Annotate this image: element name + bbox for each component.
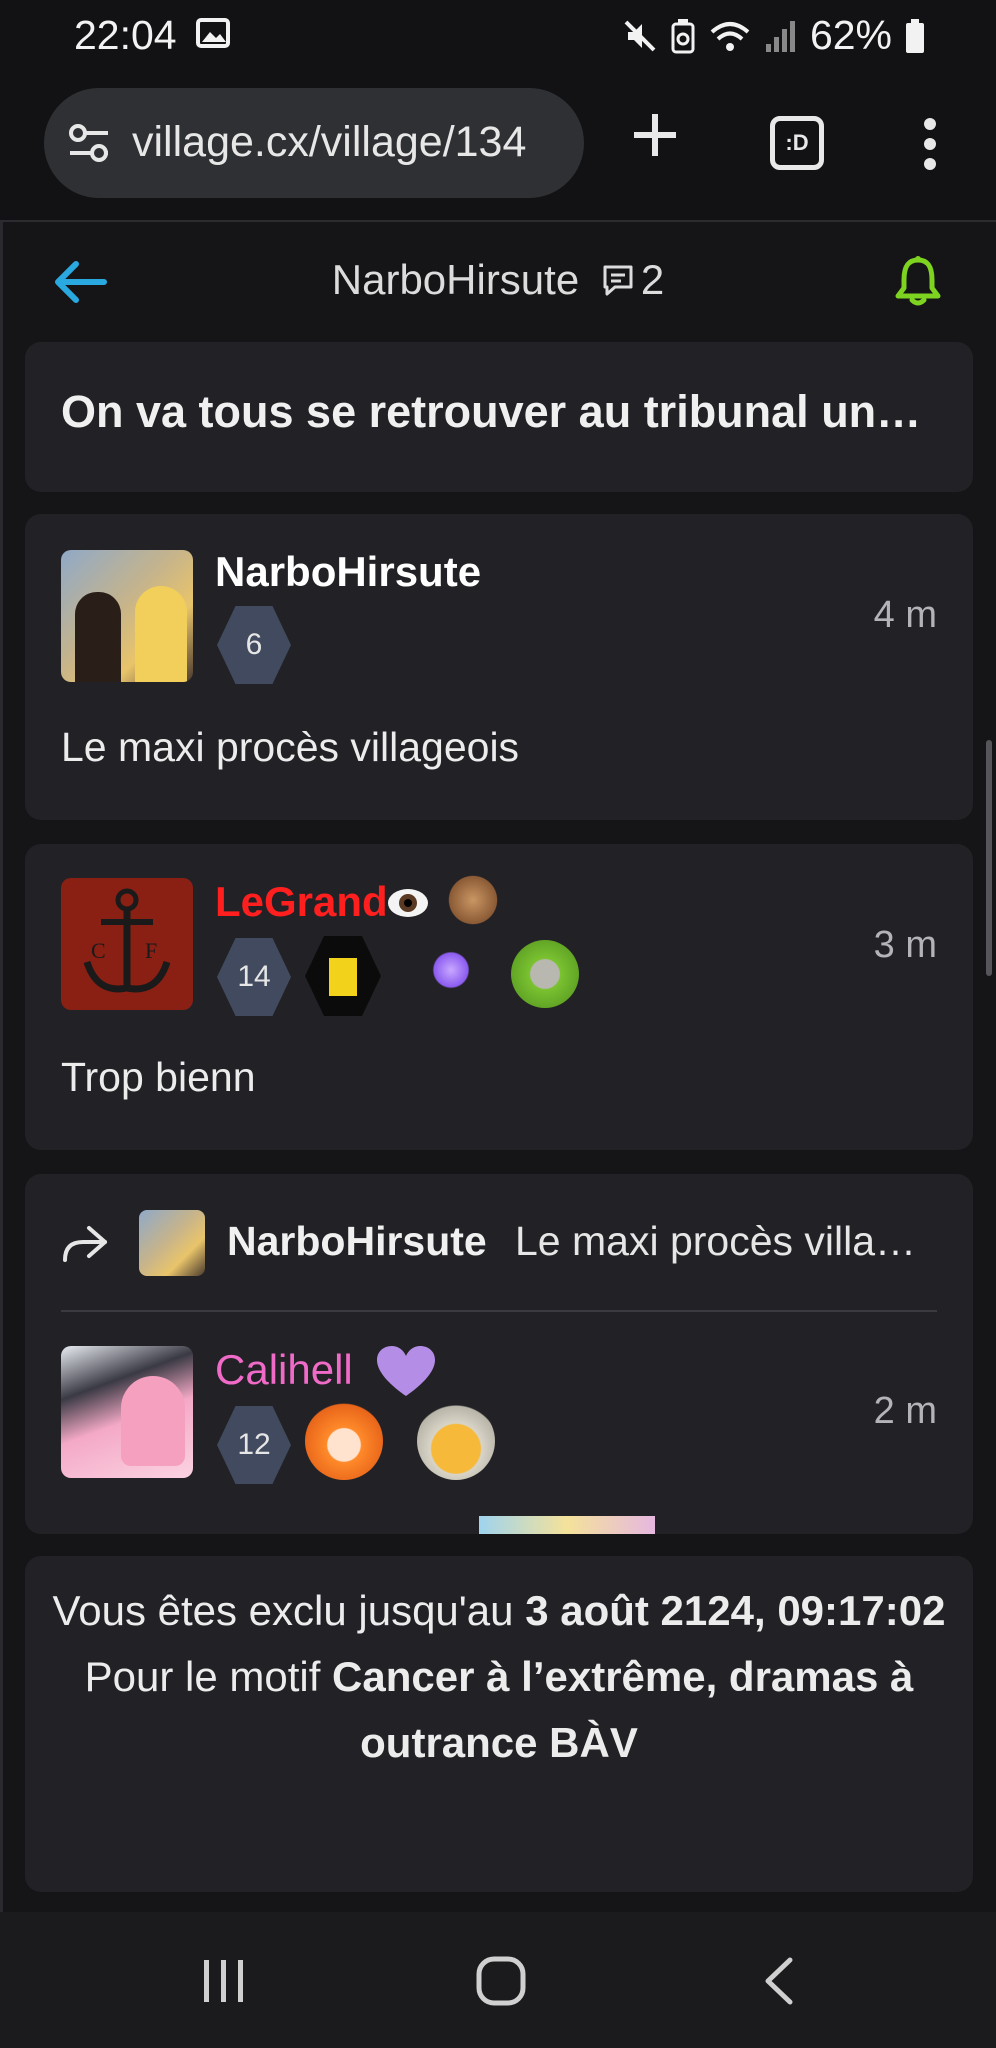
star-icon [431,950,471,990]
battery-percent: 62% [809,12,892,58]
post-card[interactable]: NarboHirsute 6 4 m Le maxi procès villag… [25,514,973,820]
level-badge: 14 [217,938,291,1016]
ban-reason-prefix: Pour le motif [84,1653,333,1700]
tabs-icon[interactable]: :D [770,116,824,170]
status-time: 22:04 [74,12,177,58]
system-nav-bar [0,1912,996,2048]
post-time: 4 m [873,594,937,636]
divider [61,1310,937,1312]
wifi-icon [710,21,750,51]
ban-reason: Cancer à l’extrême, dramas à outrance BÀ… [332,1653,914,1766]
reply-excerpt: Le maxi procès villa… [515,1218,917,1264]
level-badge: 6 [217,606,291,684]
home-icon[interactable] [476,1956,526,2006]
eye-icon [388,889,428,917]
status-bar: 22:04 62% [0,0,996,72]
address-bar[interactable]: village.cx/village/134 [44,88,584,198]
browser-toolbar: village.cx/village/134 :D [0,72,996,222]
ban-notice: Vous êtes exclu jusqu'au 3 août 2124, 09… [25,1556,973,1892]
menu-icon[interactable] [918,116,942,172]
image-icon [196,18,230,48]
ban-prefix: Vous êtes exclu jusqu'au [52,1587,526,1634]
recycle-icon [671,18,695,53]
avatar[interactable] [61,550,193,682]
svg-text:C: C [91,938,106,963]
ban-until: 3 août 2124, 09:17:02 [525,1587,946,1634]
avatar[interactable] [61,1346,193,1478]
reply-avatar [139,1210,205,1276]
signal-icon [765,20,795,52]
heart-icon [377,1346,435,1396]
reply-arrow-icon [63,1226,107,1262]
reply-username[interactable]: NarboHirsute [227,1218,487,1265]
topic-header-title: NarboHirsute 2 [0,256,996,304]
post-time: 3 m [873,924,937,966]
topic-title-card[interactable]: On va tous se retrouver au tribunal un… [25,342,973,492]
post-card[interactable]: CF LeGrand 14 3 m Trop bienn [25,844,973,1150]
post-username[interactable]: NarboHirsute [215,548,481,596]
bell-icon[interactable] [892,254,944,308]
badge-icon [305,1402,383,1480]
post-message: Le maxi procès villageois [61,724,520,770]
badge-icon [305,936,381,1016]
url-text: village.cx/village/134 [132,118,527,166]
avatar[interactable]: CF [61,878,193,1010]
post-card[interactable]: NarboHirsute Le maxi procès villa… Calih… [25,1174,973,1534]
hamster-icon [445,872,501,928]
recents-icon[interactable] [200,1958,248,2004]
post-time: 2 m [873,1390,937,1432]
tune-icon[interactable] [66,122,112,164]
ban-line: Vous êtes exclu jusqu'au 3 août 2124, 09… [25,1578,973,1644]
mute-icon [624,20,656,51]
comment-icon [603,265,633,296]
ban-reason-line: Pour le motif Cancer à l’extrême, dramas… [25,1644,973,1776]
page-edge [0,222,3,1912]
topic-author: NarboHirsute [331,256,580,303]
post-message: Trop bienn [61,1054,256,1100]
badge-icon [417,1402,495,1480]
back-icon[interactable] [762,1956,796,2006]
comment-count: 2 [640,256,665,303]
anchor-icon: CF [83,888,171,993]
status-icons: 62% [622,12,926,59]
scrollbar[interactable] [986,740,992,976]
post-username[interactable]: LeGrand [215,878,388,926]
topic-title: On va tous se retrouver au tribunal un… [61,386,922,437]
battery-icon [906,18,924,53]
level-badge: 12 [217,1406,291,1484]
svg-text:F: F [145,938,157,963]
kiwi-icon [511,940,579,1008]
plus-icon[interactable] [630,110,680,160]
post-image[interactable] [479,1516,655,1534]
topic-header: NarboHirsute 2 [0,222,996,342]
post-username[interactable]: Calihell [215,1346,353,1394]
